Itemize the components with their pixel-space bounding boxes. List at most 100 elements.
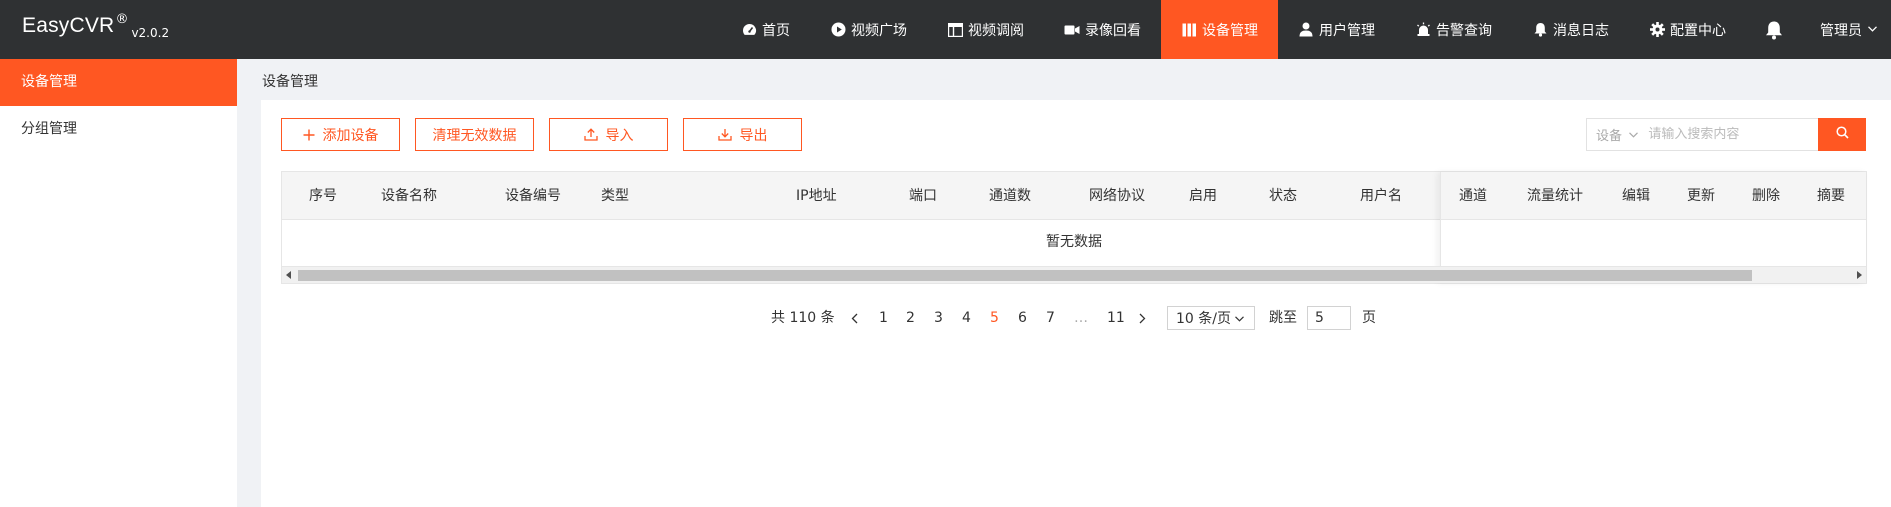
column-header: 通道数	[989, 188, 1031, 204]
column-header: 设备编号	[505, 188, 561, 204]
horizontal-scrollbar[interactable]	[282, 266, 1866, 283]
sidebar-item-device-management[interactable]: 设备管理	[0, 59, 237, 106]
column-header: 删除	[1752, 188, 1780, 204]
import-button[interactable]: 导入	[549, 118, 668, 151]
jump-page-input[interactable]	[1307, 306, 1351, 330]
nav-item-video-access[interactable]: 视频调阅	[927, 0, 1044, 59]
column-header: 更新	[1687, 188, 1715, 204]
notification-bell-icon	[1764, 20, 1784, 40]
page-suffix-label: 页	[1362, 310, 1376, 326]
page-number[interactable]: 11	[1107, 306, 1125, 330]
scroll-left-arrow-icon[interactable]	[286, 271, 291, 279]
top-navbar: EasyCVR ® v2.0.2 首页 视频广场 视频调阅 录像回看 设备管理 …	[0, 0, 1891, 59]
brand-logo[interactable]: EasyCVR ® v2.0.2	[22, 12, 170, 40]
column-header: 网络协议	[1089, 188, 1145, 204]
chevron-right-icon	[1139, 313, 1146, 323]
page-number-current[interactable]: 5	[990, 306, 999, 330]
fixed-table-header: 通道 流量统计 编辑 更新 删除 摘要	[1441, 172, 1866, 220]
chevron-down-icon	[1235, 310, 1244, 326]
page-size-select[interactable]: 10 条/页	[1167, 306, 1255, 330]
main-nav: 首页 视频广场 视频调阅 录像回看 设备管理 用户管理 告警查询 消息日志 配置…	[721, 0, 1891, 59]
export-button[interactable]: 导出	[683, 118, 802, 151]
add-device-button[interactable]: 添加设备	[281, 118, 400, 151]
gear-icon	[1649, 22, 1665, 38]
content-panel	[261, 100, 1891, 507]
add-device-label: 添加设备	[322, 127, 379, 144]
clean-invalid-data-button[interactable]: 清理无效数据	[415, 118, 534, 151]
column-header: 类型	[601, 188, 629, 204]
import-label: 导入	[605, 127, 634, 144]
column-header: 设备名称	[381, 188, 437, 204]
column-header: 流量统计	[1527, 188, 1583, 204]
sidebar-item-group-management[interactable]: 分组管理	[0, 106, 237, 153]
brand-version: v2.0.2	[131, 26, 170, 40]
page-number[interactable]: 2	[906, 306, 915, 330]
upload-icon	[583, 128, 598, 141]
nav-item-device-management[interactable]: 设备管理	[1161, 0, 1278, 59]
page-number[interactable]: 4	[962, 306, 971, 330]
notification-button[interactable]	[1746, 0, 1802, 59]
nav-item-alarm-query[interactable]: 告警查询	[1395, 0, 1512, 59]
page-size-value: 10 条/页	[1176, 311, 1231, 327]
nav-label: 用户管理	[1319, 22, 1375, 39]
search-input[interactable]	[1648, 119, 1819, 150]
alarm-icon	[1415, 22, 1431, 38]
play-circle-icon	[830, 22, 846, 38]
video-camera-icon	[1064, 22, 1080, 38]
search-button[interactable]	[1818, 118, 1866, 151]
user-menu[interactable]: 管理员	[1802, 0, 1891, 59]
chevron-down-icon	[1868, 24, 1877, 35]
prev-page-button[interactable]	[851, 306, 858, 330]
column-header: 用户名	[1360, 188, 1402, 204]
export-label: 导出	[739, 127, 768, 144]
page-number[interactable]: 3	[934, 306, 943, 330]
bell-icon	[1532, 22, 1548, 38]
nav-label: 消息日志	[1553, 22, 1609, 39]
dashboard-icon	[741, 22, 757, 38]
chevron-left-icon	[851, 313, 858, 323]
user-name: 管理员	[1820, 22, 1862, 39]
nav-item-playback[interactable]: 录像回看	[1044, 0, 1161, 59]
search-type-select[interactable]: 设备	[1587, 119, 1648, 150]
column-header: 启用	[1189, 188, 1217, 204]
user-icon	[1298, 22, 1314, 38]
column-header: 摘要	[1817, 188, 1845, 204]
nav-item-home[interactable]: 首页	[721, 0, 810, 59]
column-header: 编辑	[1622, 188, 1650, 204]
chevron-down-icon	[1629, 127, 1638, 142]
page-number[interactable]: 6	[1018, 306, 1027, 330]
column-header: 端口	[909, 188, 937, 204]
next-page-button[interactable]	[1139, 306, 1146, 330]
search-icon	[1836, 126, 1849, 143]
breadcrumb: 设备管理	[262, 74, 318, 90]
nav-label: 告警查询	[1436, 22, 1492, 39]
sidebar: 设备管理 分组管理	[0, 59, 237, 507]
nav-item-video-square[interactable]: 视频广场	[810, 0, 927, 59]
search-box: 设备	[1586, 118, 1866, 151]
jump-label: 跳至	[1269, 310, 1297, 326]
nav-label: 配置中心	[1670, 22, 1726, 39]
search-type-value: 设备	[1596, 129, 1623, 144]
nav-label: 首页	[762, 22, 790, 39]
nav-item-config-center[interactable]: 配置中心	[1629, 0, 1746, 59]
page-number[interactable]: 1	[879, 306, 888, 330]
column-header: 序号	[309, 188, 337, 204]
nav-label: 设备管理	[1202, 22, 1258, 39]
download-icon	[717, 128, 732, 141]
nav-label: 录像回看	[1085, 22, 1141, 39]
nav-label: 视频调阅	[968, 22, 1024, 39]
scrollbar-thumb[interactable]	[298, 270, 1752, 281]
page-number[interactable]: 7	[1046, 306, 1055, 330]
brand-registered-mark: ®	[115, 12, 129, 27]
pagination-total: 共 110 条	[771, 310, 835, 326]
nav-item-user-management[interactable]: 用户管理	[1278, 0, 1395, 59]
device-icon	[1181, 22, 1197, 38]
page-ellipsis[interactable]: …	[1074, 306, 1088, 330]
scroll-right-arrow-icon[interactable]	[1857, 271, 1862, 279]
plus-icon	[303, 129, 315, 141]
device-table: 序号 设备名称 设备编号 类型 IP地址 端口 通道数 网络协议 启用 状态 用…	[281, 171, 1867, 284]
column-header: 通道	[1459, 188, 1487, 204]
brand-name: EasyCVR	[22, 14, 115, 37]
nav-item-message-log[interactable]: 消息日志	[1512, 0, 1629, 59]
column-header: IP地址	[796, 188, 837, 204]
